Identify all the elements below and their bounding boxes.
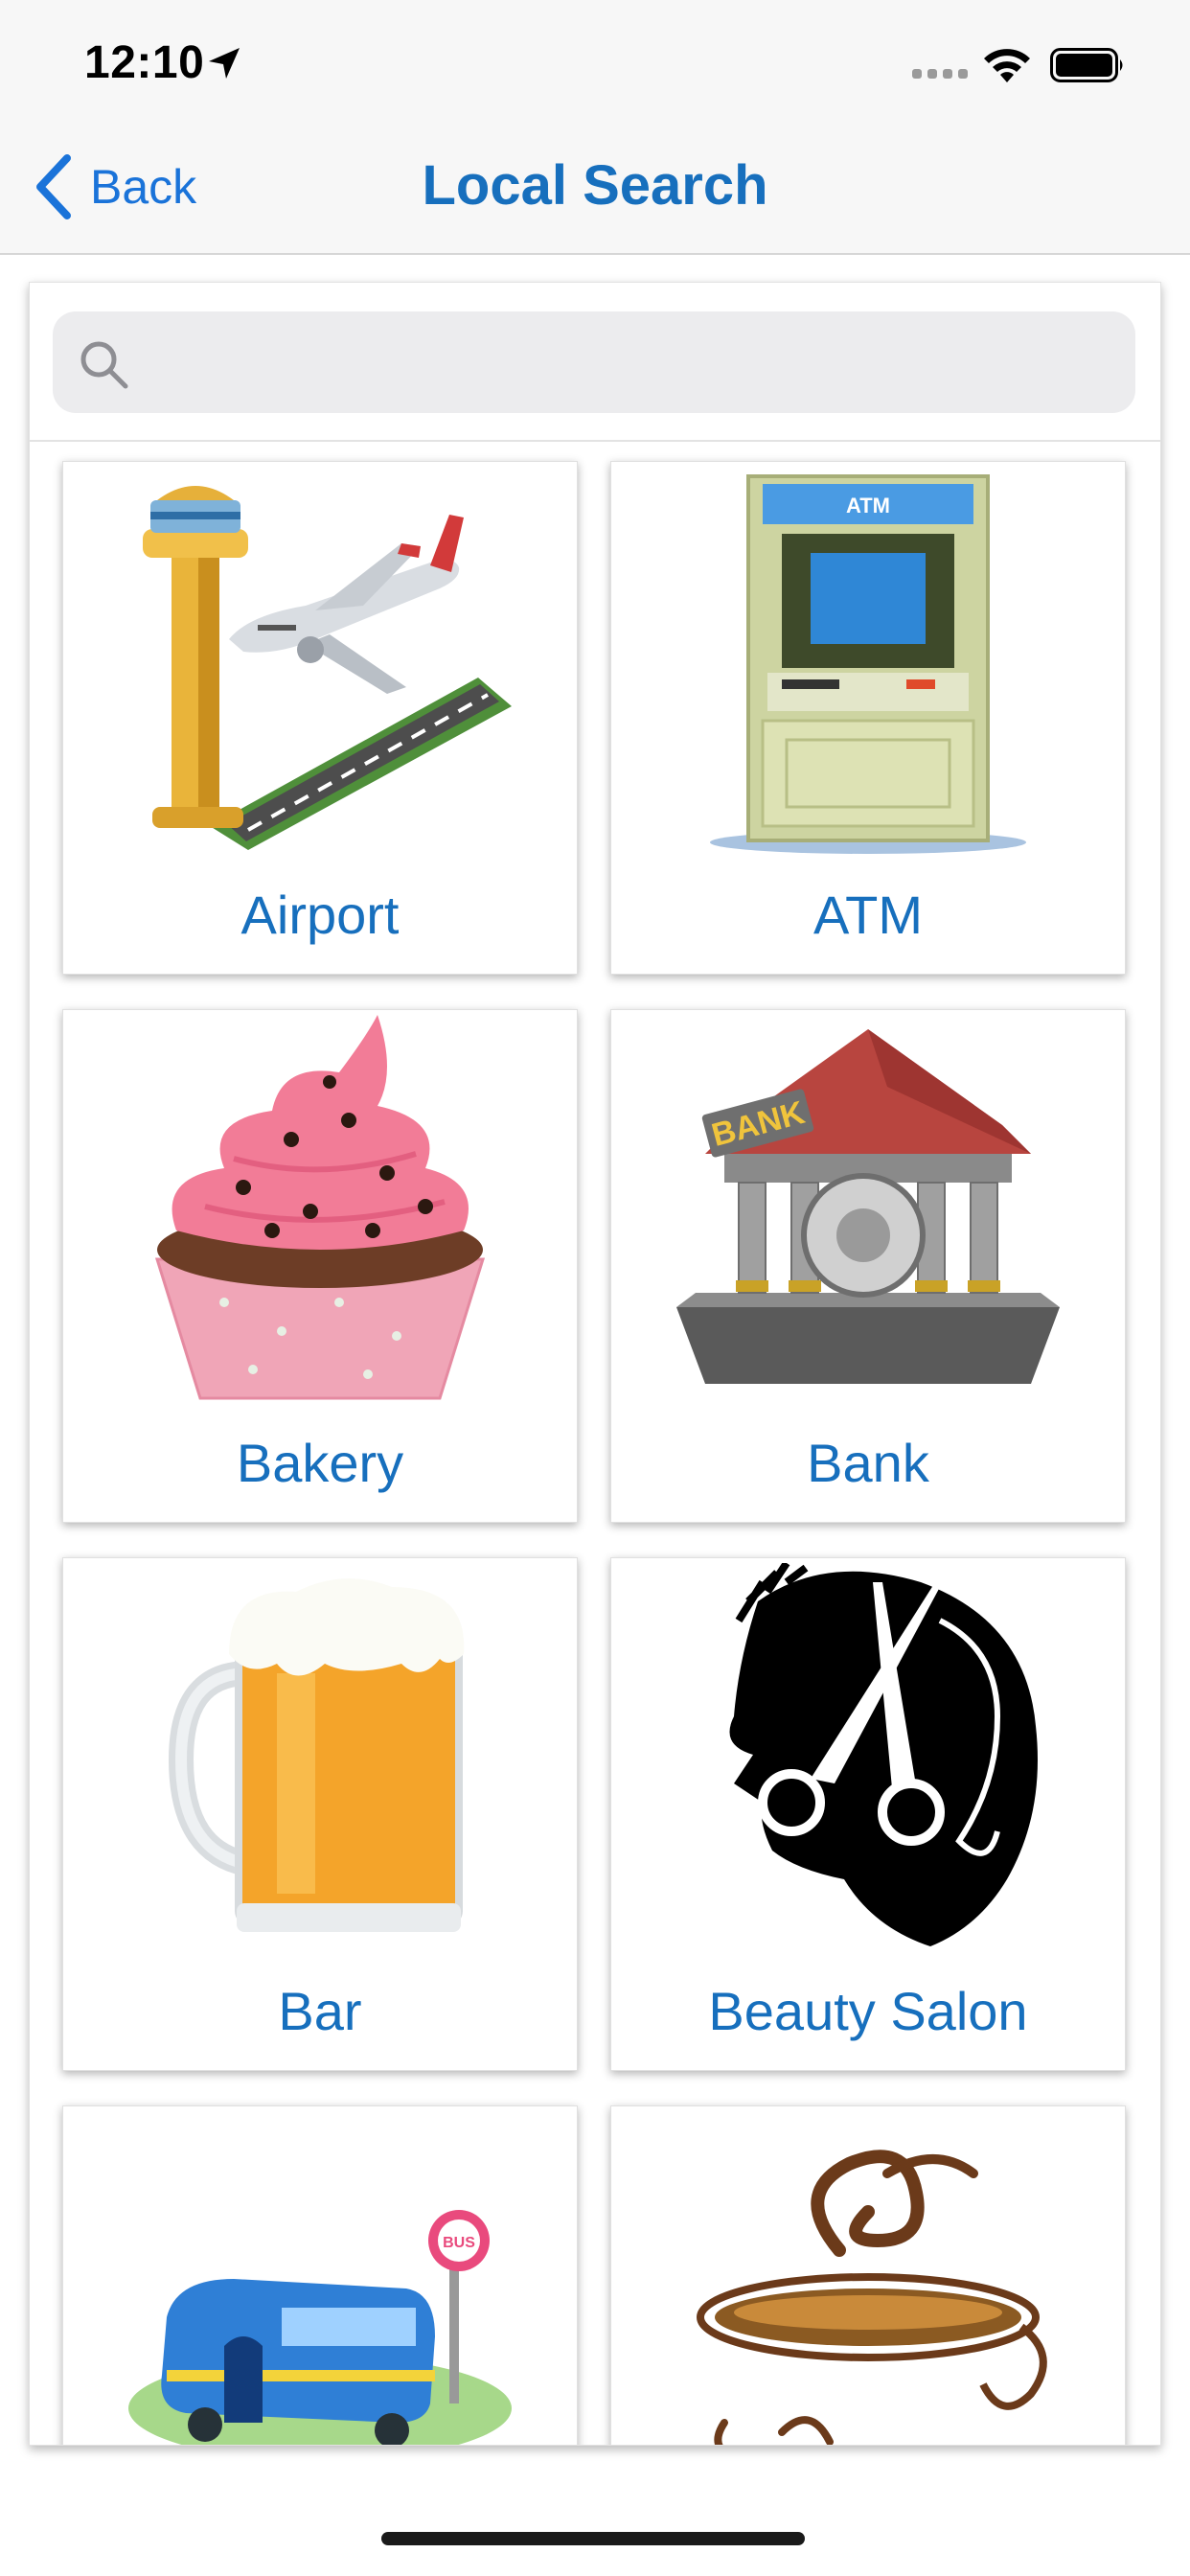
coffee-cup-icon [697,2150,1047,2445]
category-panel: Airport ATM ATM Bakery BANK Bank Bar Bea… [29,282,1161,2446]
search-bar [30,283,1160,442]
airport-icon [143,486,512,850]
wifi-icon [984,49,1030,82]
category-label: ATM [812,885,924,945]
category-label: Airport [240,885,400,945]
cupcake-icon [154,1015,486,1400]
category-label: Bank [807,1433,929,1493]
beer-mug-icon [168,1578,465,1932]
top-bar: 12:10 Back Local Search [0,0,1190,255]
atm-icon: ATM [710,474,1026,854]
category-tile-airport[interactable]: Airport [62,461,578,975]
bus-stop-icon: BUS [128,2210,512,2445]
category-tile-bakery[interactable]: Bakery [62,1009,578,1523]
category-label: Bakery [236,1433,404,1493]
bank-icon: BANK [676,1029,1060,1384]
page-title: Local Search [422,154,768,217]
status-time: 12:10 [84,37,205,88]
battery-icon [1050,48,1123,82]
category-tile-bus-stop[interactable]: BUS [62,2105,578,2445]
category-tile-bank[interactable]: BANK Bank [610,1009,1126,1523]
svg-text:BUS: BUS [443,2235,475,2251]
category-tile-atm[interactable]: ATM ATM [610,461,1126,975]
location-arrow-icon [209,48,240,79]
category-label: Bar [278,1981,362,2041]
search-icon [80,341,128,389]
scissors-head-icon [729,1563,1038,1946]
category-label: Beauty Salon [708,1981,1028,2041]
search-input[interactable] [53,311,1135,413]
home-indicator[interactable] [381,2532,805,2545]
category-tile-coffee[interactable] [610,2105,1126,2445]
svg-text:ATM: ATM [846,494,890,518]
cellular-signal-icon [912,69,968,79]
category-tile-beauty-salon[interactable]: Beauty Salon [610,1557,1126,2071]
category-tile-bar[interactable]: Bar [62,1557,578,2071]
